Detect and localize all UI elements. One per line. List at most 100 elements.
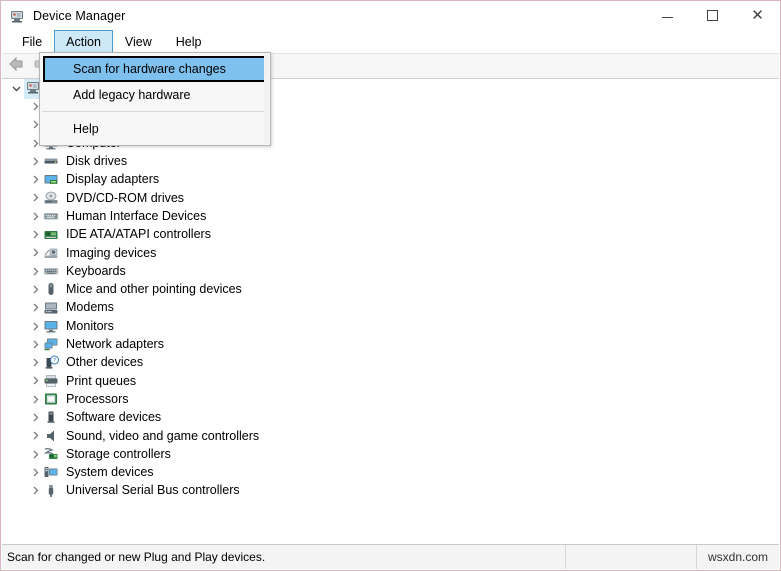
menu-item-label: Help: [73, 121, 99, 136]
window-title: Device Manager: [33, 8, 126, 23]
chevron-right-icon[interactable]: [27, 189, 43, 207]
chevron-right-icon[interactable]: [27, 226, 43, 244]
disk-drive-icon: [43, 153, 59, 169]
display-adapter-icon: [43, 172, 59, 188]
title-bar: Device Manager ✕: [1, 1, 780, 30]
menu-help[interactable]: Help: [164, 30, 214, 53]
back-icon[interactable]: [7, 55, 29, 77]
tree-row-print-queues[interactable]: Print queues: [2, 372, 779, 390]
chevron-right-icon[interactable]: [27, 408, 43, 426]
close-icon: ✕: [751, 7, 764, 24]
chevron-down-icon[interactable]: [8, 79, 24, 97]
chevron-right-icon[interactable]: [27, 372, 43, 390]
storage-controller-icon: [43, 446, 59, 462]
tree-row-mice[interactable]: Mice and other pointing devices: [2, 280, 779, 298]
chevron-right-icon[interactable]: [27, 445, 43, 463]
action-menu-dropdown[interactable]: Scan for hardware changes Add legacy har…: [39, 52, 271, 146]
system-device-icon: [43, 464, 59, 480]
menu-item-help[interactable]: Help: [40, 116, 270, 141]
status-bar: Scan for changed or new Plug and Play de…: [2, 544, 779, 569]
monitor-icon: [43, 318, 59, 334]
tree-row-storage-controllers[interactable]: Storage controllers: [2, 445, 779, 463]
chevron-right-icon[interactable]: [27, 207, 43, 225]
tree-item-label: Mice and other pointing devices: [66, 282, 242, 297]
device-tree[interactable]: Batteries Bluetooth: [2, 79, 779, 537]
status-pane-middle: [566, 545, 697, 569]
tree-item-label: Imaging devices: [66, 245, 157, 260]
svg-text:?: ?: [53, 358, 56, 364]
menu-action-label: Action: [66, 34, 101, 49]
tree-item-label: Monitors: [66, 318, 114, 333]
menu-bar: File Action View Help: [1, 30, 780, 53]
window-controls: ✕: [645, 1, 780, 30]
tree-item-label: Disk drives: [66, 154, 128, 169]
title-bar-left: Device Manager: [9, 1, 125, 30]
chevron-right-icon[interactable]: [27, 299, 43, 317]
chevron-right-icon[interactable]: [27, 463, 43, 481]
menu-scroll-edge: [264, 54, 269, 144]
tree-row-disk-drives[interactable]: Disk drives: [2, 152, 779, 170]
tree-row-software-devices[interactable]: Software devices: [2, 408, 779, 426]
tree-item-label: Keyboards: [66, 263, 126, 278]
chevron-right-icon[interactable]: [27, 317, 43, 335]
status-message: Scan for changed or new Plug and Play de…: [2, 545, 566, 569]
chevron-right-icon[interactable]: [27, 482, 43, 500]
usb-icon: [43, 483, 59, 499]
hid-icon: [43, 208, 59, 224]
chevron-right-icon[interactable]: [27, 354, 43, 372]
menu-action[interactable]: Action: [54, 30, 113, 53]
tree-row-usb-controllers[interactable]: Universal Serial Bus controllers: [2, 482, 779, 500]
menu-file-label: File: [22, 34, 43, 49]
minimize-button[interactable]: [645, 1, 690, 30]
menu-item-add-legacy-hardware[interactable]: Add legacy hardware: [40, 82, 270, 107]
tree-row-system-devices[interactable]: System devices: [2, 463, 779, 481]
tree-row-modems[interactable]: Modems: [2, 299, 779, 317]
tree-item-label: Human Interface Devices: [66, 208, 207, 223]
tree-row-hid[interactable]: Human Interface Devices: [2, 207, 779, 225]
maximize-icon: [707, 10, 718, 21]
device-manager-icon: [9, 8, 25, 24]
printer-icon: [43, 373, 59, 389]
tree-row-other-devices[interactable]: ? Other devices: [2, 353, 779, 371]
maximize-button[interactable]: [690, 1, 735, 30]
tree-row-display-adapters[interactable]: Display adapters: [2, 170, 779, 188]
ide-controller-icon: [43, 227, 59, 243]
tree-row-ide-controllers[interactable]: IDE ATA/ATAPI controllers: [2, 225, 779, 243]
menu-view[interactable]: View: [113, 30, 164, 53]
device-manager-window: Device Manager ✕ File Action View Help D…: [0, 0, 781, 571]
tree-item-label: Software devices: [66, 410, 162, 425]
tree-item-label: IDE ATA/ATAPI controllers: [66, 227, 211, 242]
tree-item-label: Network adapters: [66, 337, 164, 352]
tree-row-dvd-drives[interactable]: DVD/CD-ROM drives: [2, 189, 779, 207]
chevron-right-icon[interactable]: [27, 335, 43, 353]
chevron-right-icon[interactable]: [27, 390, 43, 408]
tree-row-imaging-devices[interactable]: Imaging devices: [2, 244, 779, 262]
tree-row-processors[interactable]: Processors: [2, 390, 779, 408]
tree-item-label: Print queues: [66, 373, 137, 388]
tree-row-sound-controllers[interactable]: Sound, video and game controllers: [2, 427, 779, 445]
chevron-right-icon[interactable]: [27, 427, 43, 445]
tree-item-label: Other devices: [66, 355, 144, 370]
menu-item-scan-for-hardware-changes[interactable]: Scan for hardware changes: [43, 56, 267, 82]
tree-row-monitors[interactable]: Monitors: [2, 317, 779, 335]
close-button[interactable]: ✕: [735, 1, 780, 30]
tree-row-network-adapters[interactable]: Network adapters: [2, 335, 779, 353]
tree-item-label: Storage controllers: [66, 446, 171, 461]
menu-separator: [42, 111, 268, 112]
tree-row-keyboards[interactable]: Keyboards: [2, 262, 779, 280]
chevron-right-icon[interactable]: [27, 171, 43, 189]
imaging-device-icon: [43, 245, 59, 261]
chevron-right-icon[interactable]: [27, 262, 43, 280]
watermark: wsxdn.com: [707, 550, 769, 564]
network-adapter-icon: [43, 336, 59, 352]
tree-item-label: DVD/CD-ROM drives: [66, 190, 185, 205]
menu-file[interactable]: File: [10, 30, 54, 53]
chevron-right-icon[interactable]: [27, 244, 43, 262]
tree-item-label: System devices: [66, 465, 154, 480]
menu-help-label: Help: [175, 34, 202, 49]
chevron-right-icon[interactable]: [27, 152, 43, 170]
menu-view-label: View: [124, 34, 152, 49]
menu-item-label: Add legacy hardware: [73, 87, 191, 102]
chevron-right-icon[interactable]: [27, 280, 43, 298]
mouse-icon: [43, 281, 59, 297]
